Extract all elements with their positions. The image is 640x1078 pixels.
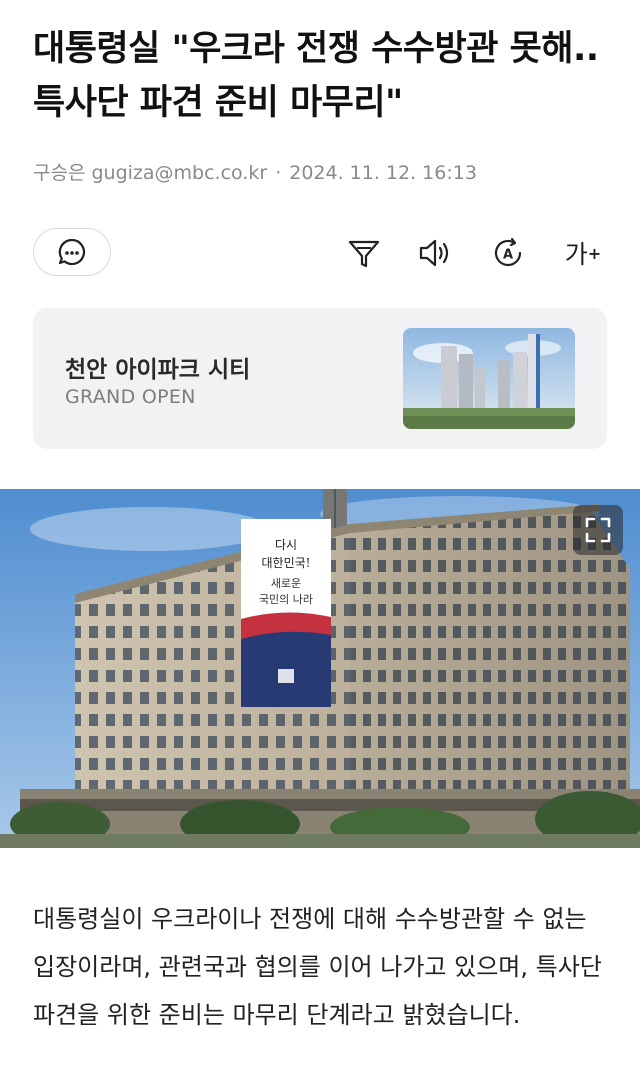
banner-line-1: 다시 [275, 538, 297, 552]
ad-title: 천안 아이파크 시티 [65, 357, 251, 383]
translate-button[interactable]: A [489, 234, 527, 272]
svg-text:A: A [503, 248, 513, 263]
article-title: 대통령실 "우크라 전쟁 수수방관 못해..특사단 파견 준비 마무리" [33, 29, 599, 123]
article-body: 대통령실이 우크라이나 전쟁에 대해 수수방관할 수 없는 입장이라며, 관련국… [33, 905, 602, 1029]
ad-subtitle: GRAND OPEN [65, 386, 196, 408]
article-photo[interactable]: 다시 대한민국! 새로운 국민의 나라 [0, 489, 640, 848]
banner-line-2: 대한민국! [262, 556, 311, 570]
banner-line-4: 국민의 나라 [259, 593, 313, 606]
summary-filter-icon [348, 240, 380, 268]
speaker-icon [419, 239, 449, 267]
font-size-label: 가 [564, 240, 588, 269]
banner-line-3: 새로운 [271, 577, 301, 590]
meta-separator: · [275, 162, 282, 184]
expand-icon [585, 517, 611, 543]
article-meta: 구승은 gugiza@mbc.co.kr · 2024. 11. 12. 16:13 [33, 158, 477, 185]
translate-icon: A [494, 237, 522, 267]
author[interactable]: 구승은 gugiza@mbc.co.kr [33, 162, 267, 184]
advertisement-card[interactable]: 천안 아이파크 시티 GRAND OPEN [33, 308, 607, 449]
font-size-plus: + [587, 243, 602, 263]
comment-button[interactable] [33, 228, 111, 276]
font-size-button[interactable]: 가 + [561, 234, 605, 272]
article-toolbar: A 가 + [33, 226, 603, 280]
publish-date: 2024. 11. 12. 16:13 [289, 162, 477, 184]
expand-photo-button[interactable] [573, 505, 623, 555]
banner-emblem [278, 669, 294, 683]
audio-button[interactable] [416, 234, 454, 272]
comment-icon [58, 238, 86, 266]
summary-button[interactable] [345, 234, 383, 272]
ad-thumbnail [403, 328, 575, 429]
